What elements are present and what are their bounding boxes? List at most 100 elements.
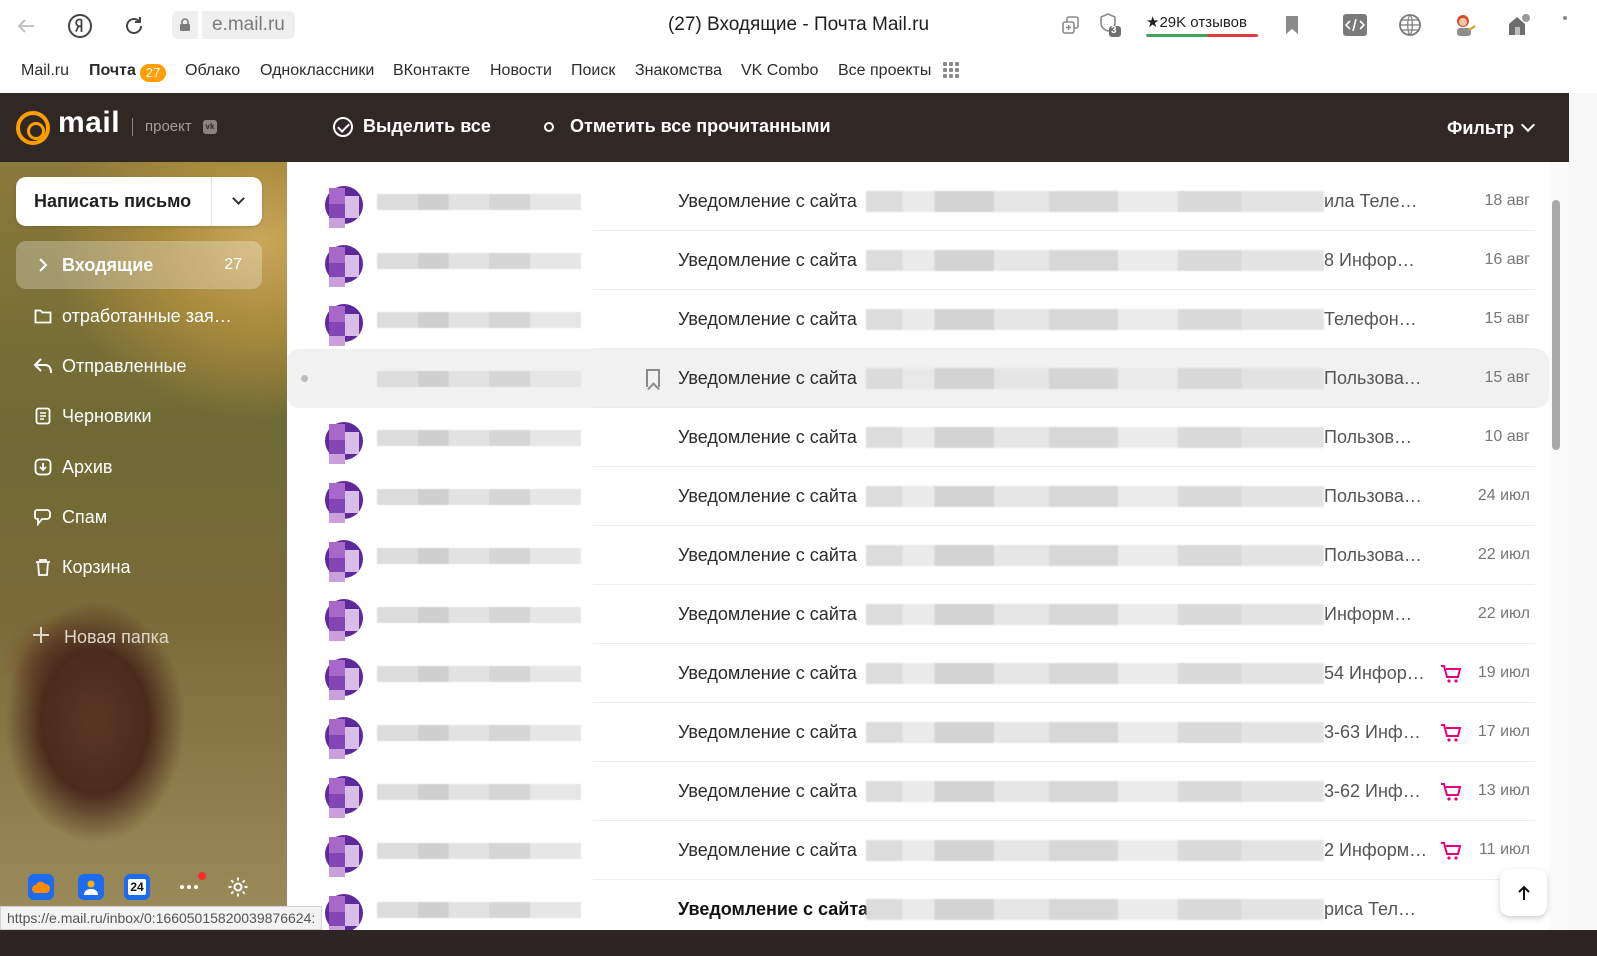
calendar-icon[interactable]: 24 xyxy=(124,874,150,900)
sidebar-item-spam[interactable]: Спам xyxy=(16,493,262,541)
extension-avatar-icon[interactable] xyxy=(1451,12,1477,38)
sender-avatar[interactable] xyxy=(325,658,363,700)
message-row[interactable]: Уведомление с сайта 2 Информ… 11 июл xyxy=(287,821,1549,880)
message-date: 15 авг xyxy=(1484,369,1530,386)
cart-icon xyxy=(1441,665,1462,683)
message-subject: Уведомление с сайта xyxy=(678,545,857,565)
protect-icon[interactable]: 3 xyxy=(1097,12,1123,38)
protect-count: 3 xyxy=(1111,25,1117,36)
extension-icon[interactable] xyxy=(1505,12,1531,38)
message-row[interactable]: Уведомление с сайта 54 Инфор… 19 июл xyxy=(287,644,1549,703)
portal-link-ok[interactable]: Одноклассники xyxy=(260,62,374,80)
bookmark-icon[interactable] xyxy=(646,369,660,387)
compose-options-chevron-icon[interactable] xyxy=(232,192,245,205)
draft-icon xyxy=(32,405,54,427)
message-preview: риса Тел… xyxy=(1324,899,1416,919)
plus-icon xyxy=(32,626,50,649)
cloud-icon[interactable] xyxy=(28,874,54,900)
lock-icon[interactable] xyxy=(172,11,198,39)
globe-icon[interactable] xyxy=(1397,12,1423,38)
portal-link-dating[interactable]: Знакомства xyxy=(635,62,722,80)
message-row[interactable]: Уведомление с сайта 8 Инфор… 16 авг xyxy=(287,231,1549,290)
sender-avatar[interactable] xyxy=(325,717,363,759)
message-row[interactable]: Уведомление с сайта ила Теле… 18 авг xyxy=(287,172,1549,231)
message-preview-redacted xyxy=(866,309,1324,330)
reload-icon[interactable] xyxy=(116,8,152,44)
mail-logo-text[interactable]: mail xyxy=(58,106,120,140)
sender-avatar[interactable] xyxy=(325,422,363,464)
portal-link-mailru[interactable]: Mail.ru xyxy=(21,62,69,80)
message-preview: 3-62 Инф… xyxy=(1324,781,1421,801)
spam-icon xyxy=(32,506,54,528)
message-row[interactable]: Уведомление с сайта Информ… 22 июл xyxy=(287,585,1549,644)
scroll-top-button[interactable] xyxy=(1500,869,1547,916)
sender-avatar[interactable] xyxy=(325,835,363,877)
sender-avatar[interactable] xyxy=(325,776,363,818)
sidebar-item-inbox[interactable]: Входящие 27 xyxy=(16,241,262,289)
message-row[interactable]: Уведомление с сайта 3-63 Инф… 17 июл xyxy=(287,703,1549,762)
apps-grid-icon[interactable] xyxy=(943,62,959,78)
yandex-icon[interactable] xyxy=(62,8,98,44)
message-row[interactable]: Уведомление с сайта Пользова… 22 июл xyxy=(287,526,1549,585)
status-url: https://e.mail.ru/inbox/0:16605015820039… xyxy=(0,906,323,930)
mail-logo-icon[interactable] xyxy=(16,111,50,145)
message-preview-redacted xyxy=(866,368,1324,389)
sidebar-item-sent[interactable]: Отправленные xyxy=(16,342,262,390)
sender-avatar[interactable] xyxy=(325,894,363,930)
back-arrow-icon[interactable] xyxy=(8,8,44,44)
unread-toggle-dot[interactable] xyxy=(301,375,308,382)
message-preview: Пользоват… xyxy=(1324,368,1428,388)
sidebar-item-archive[interactable]: Архив xyxy=(16,443,262,491)
message-date: 13 июл xyxy=(1477,782,1530,799)
message-preview: Пользова… xyxy=(1324,486,1422,506)
sidebar-item-drafts[interactable]: Черновики xyxy=(16,392,262,440)
message-preview-redacted xyxy=(866,663,1324,684)
portal-link-news[interactable]: Новости xyxy=(490,62,552,80)
message-row[interactable]: Уведомление с сайта Пользов… 10 авг xyxy=(287,408,1549,467)
portal-link-pochta[interactable]: Почта xyxy=(89,62,136,80)
sender-name-redacted xyxy=(377,784,581,800)
menu-icon[interactable] xyxy=(1552,12,1578,38)
message-row[interactable]: Уведомление с сайта Телефон… 15 авг xyxy=(287,290,1549,349)
scrollbar-thumb[interactable] xyxy=(1552,200,1560,450)
sidebar-item-processed[interactable]: отработанные зая… xyxy=(16,292,262,340)
portal-link-vk[interactable]: ВКонтакте xyxy=(393,62,470,80)
address-bar[interactable]: e.mail.ru xyxy=(202,11,295,39)
tabs-icon[interactable] xyxy=(1058,12,1084,38)
sender-avatar[interactable] xyxy=(325,481,363,523)
message-row[interactable]: Уведомление с сайта Пользова… 24 июл xyxy=(287,467,1549,526)
portal-link-vkcombo[interactable]: VK Combo xyxy=(741,62,818,80)
portal-link-all-projects[interactable]: Все проекты xyxy=(838,62,931,80)
new-folder-button[interactable]: Новая папка xyxy=(32,626,169,649)
sender-avatar[interactable] xyxy=(325,186,363,228)
reviews-underline xyxy=(1146,34,1258,37)
portal-link-search[interactable]: Поиск xyxy=(571,62,615,80)
contacts-icon[interactable] xyxy=(78,874,104,900)
sidebar-item-trash[interactable]: Корзина xyxy=(16,543,262,591)
message-date: 11 июл xyxy=(1479,841,1530,858)
message-row[interactable]: Уведомление с сайта Пользоват… 15 авг xyxy=(287,349,1549,408)
more-icon[interactable] xyxy=(176,872,206,900)
reviews-badge[interactable]: ★29K отзывов xyxy=(1146,13,1247,31)
sender-avatar[interactable] xyxy=(325,245,363,287)
bookmark-icon[interactable] xyxy=(1279,12,1305,38)
devtools-icon[interactable] xyxy=(1342,12,1368,38)
message-row[interactable]: Уведомление с сайта 3-62 Инф… 13 июл xyxy=(287,762,1549,821)
message-preview: 8 Инфор… xyxy=(1324,250,1415,270)
compose-button[interactable]: Написать письмо xyxy=(16,177,262,226)
sender-avatar[interactable] xyxy=(325,304,363,346)
portal-link-oblako[interactable]: Облако xyxy=(185,62,240,80)
message-row[interactable]: Уведомление с сайтариса Тел…9 xyxy=(287,880,1549,930)
new-folder-label: Новая папка xyxy=(64,627,169,647)
taskbar-strip xyxy=(0,930,1597,956)
mark-all-read-button[interactable]: Отметить все прочитанными xyxy=(538,116,831,137)
cart-icon xyxy=(1441,783,1462,801)
sender-avatar[interactable] xyxy=(325,540,363,582)
select-all-button[interactable]: Выделить все xyxy=(333,116,491,137)
sender-avatar[interactable] xyxy=(325,599,363,641)
filter-button[interactable]: Фильтр xyxy=(1447,118,1514,139)
settings-gear-icon[interactable] xyxy=(225,874,251,900)
message-date: 22 июл xyxy=(1477,605,1530,622)
chevron-right-icon[interactable] xyxy=(32,254,54,276)
scrollbar[interactable] xyxy=(1549,162,1569,930)
